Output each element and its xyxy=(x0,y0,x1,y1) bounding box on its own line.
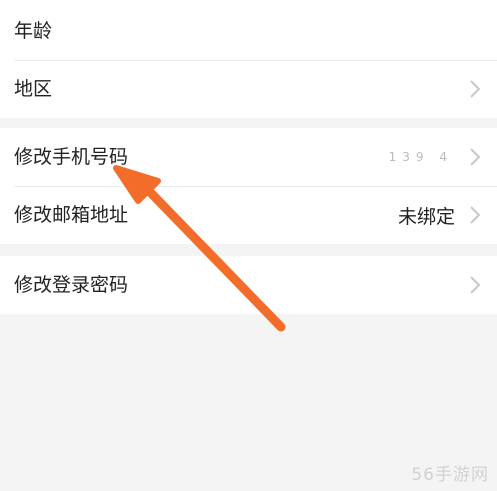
row-change-email-label: 修改邮箱地址 xyxy=(14,204,129,226)
row-change-phone-label: 修改手机号码 xyxy=(14,146,129,168)
row-region-label: 地区 xyxy=(14,78,53,100)
chevron-right-icon xyxy=(470,80,481,98)
row-region[interactable]: 地区 xyxy=(0,60,497,118)
row-change-password[interactable]: 修改登录密码 xyxy=(0,256,497,314)
row-age-label: 年龄 xyxy=(14,20,53,42)
chevron-right-icon xyxy=(470,276,481,294)
row-change-password-label: 修改登录密码 xyxy=(14,274,129,296)
chevron-right-icon xyxy=(470,148,481,166)
security-group: 修改登录密码 xyxy=(0,256,497,314)
row-change-email[interactable]: 修改邮箱地址 未绑定 xyxy=(0,186,497,244)
row-change-phone[interactable]: 修改手机号码 139 4 xyxy=(0,128,497,186)
phone-value: 139 4 xyxy=(388,150,453,164)
email-status: 未绑定 xyxy=(397,205,455,228)
row-age[interactable]: 年龄 xyxy=(0,2,497,60)
account-group: 修改手机号码 139 4 修改邮箱地址 未绑定 xyxy=(0,128,497,244)
chevron-right-icon xyxy=(470,206,481,224)
watermark: 56手游网 xyxy=(411,465,489,485)
profile-group: 年龄 地区 xyxy=(0,0,497,118)
